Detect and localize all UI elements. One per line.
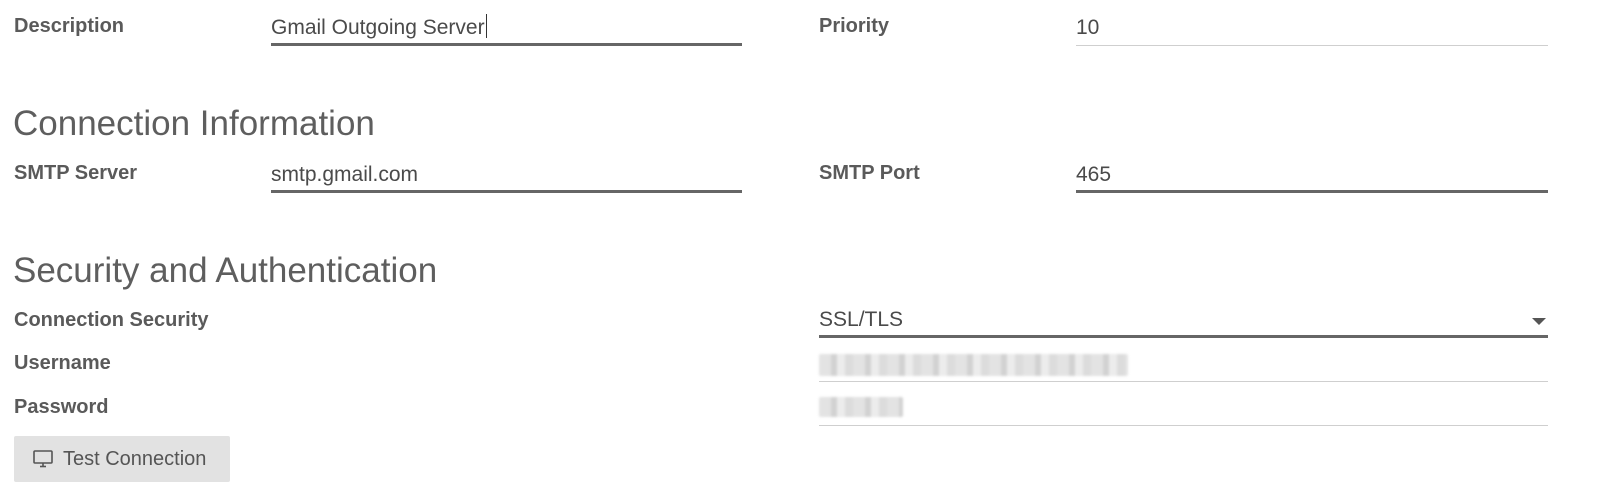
test-connection-label: Test Connection (63, 447, 207, 470)
connection-security-label: Connection Security (14, 309, 209, 331)
password-input[interactable] (819, 392, 1548, 426)
text-caret (485, 14, 487, 38)
smtp-port-input[interactable]: 465 (1076, 159, 1548, 193)
description-value: Gmail Outgoing Server (271, 16, 485, 39)
priority-label: Priority (819, 15, 890, 37)
connection-security-select[interactable]: SSL/TLS (819, 304, 1548, 338)
priority-value: 10 (1076, 16, 1100, 39)
password-redacted (819, 397, 903, 417)
connection-security-value: SSL/TLS (819, 308, 904, 331)
description-label: Description (14, 15, 125, 37)
username-input[interactable] (819, 348, 1548, 382)
username-redacted (819, 354, 1128, 376)
smtp-server-input[interactable]: smtp.gmail.com (271, 159, 742, 193)
smtp-server-label: SMTP Server (14, 162, 138, 184)
connection-section-title: Connection Information (13, 104, 375, 143)
smtp-server-value: smtp.gmail.com (271, 163, 419, 186)
username-label: Username (14, 352, 111, 374)
monitor-icon (33, 450, 53, 468)
smtp-port-label: SMTP Port (819, 162, 920, 184)
description-input[interactable]: Gmail Outgoing Server (271, 12, 742, 46)
priority-input[interactable]: 10 (1076, 12, 1548, 46)
smtp-port-value: 465 (1076, 163, 1112, 186)
test-connection-button[interactable]: Test Connection (14, 436, 230, 482)
chevron-down-icon (1532, 318, 1546, 325)
security-section-title: Security and Authentication (13, 251, 438, 290)
password-label: Password (14, 396, 109, 418)
